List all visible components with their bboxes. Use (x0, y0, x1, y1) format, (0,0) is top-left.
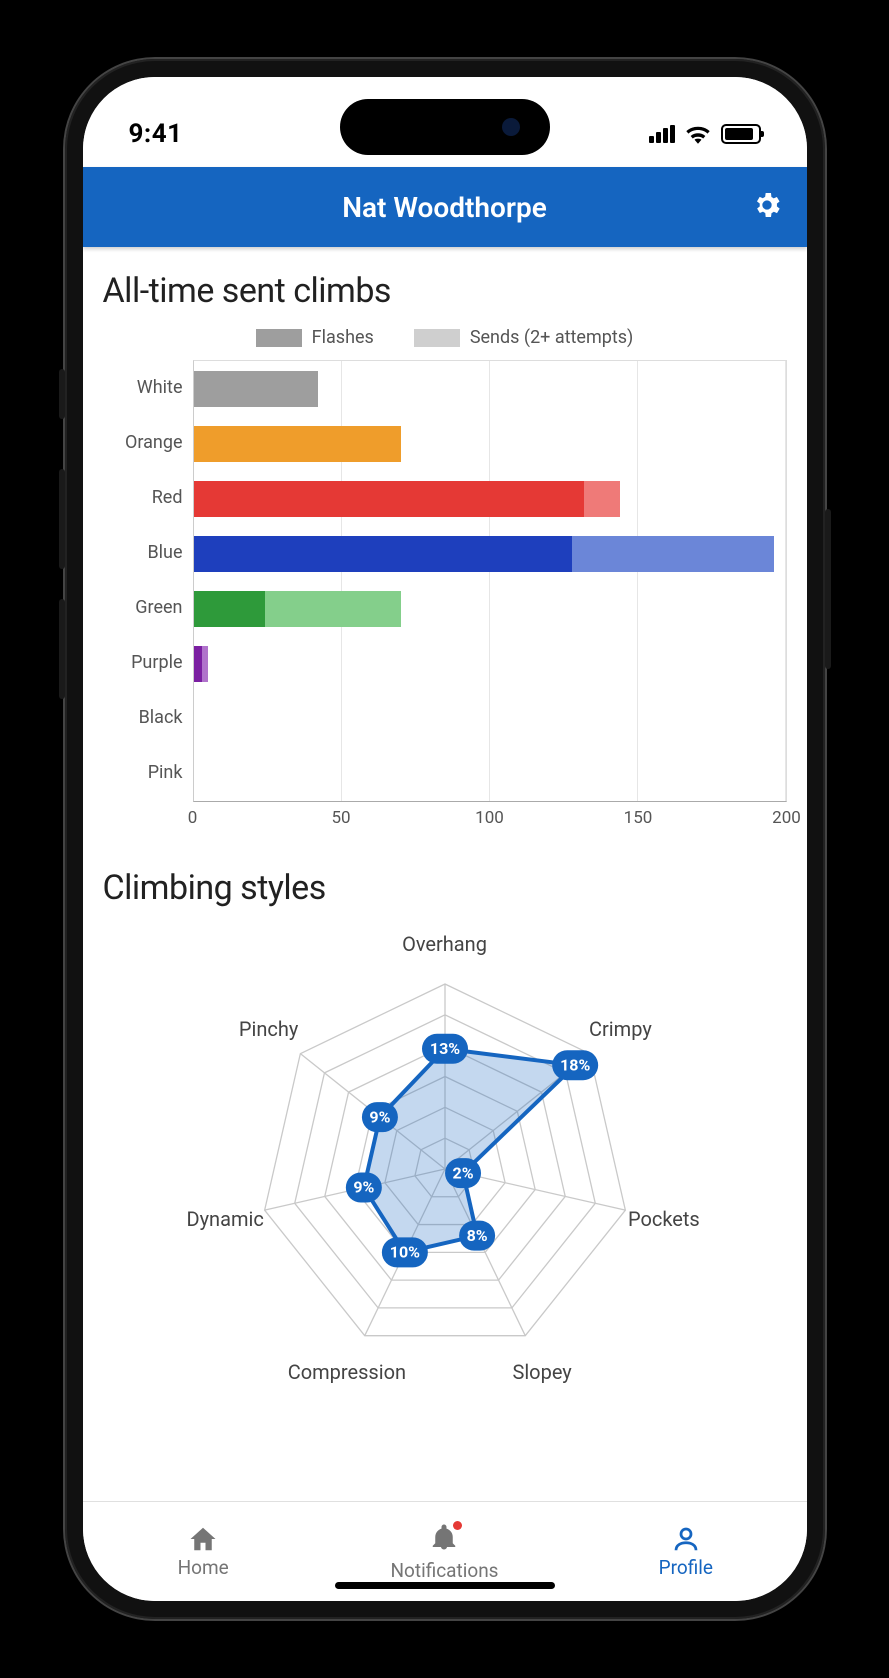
phone-frame: 9:41 Nat Woodthorpe All-time sent climbs… (65, 59, 825, 1619)
legend-label-flashes: Flashes (312, 327, 374, 348)
radar-axis-label: Pinchy (239, 1017, 298, 1041)
xaxis-tick: 0 (188, 808, 198, 828)
bar-chart-label: Red (103, 470, 193, 525)
legend-swatch-sends (414, 329, 460, 347)
home-icon (188, 1524, 218, 1554)
bar-chart-label: Blue (103, 525, 193, 580)
legend-swatch-flashes (256, 329, 302, 347)
radar-axis-label: Overhang (402, 932, 487, 956)
bar-segment-flash (194, 646, 203, 682)
tab-profile[interactable]: Profile (565, 1502, 806, 1601)
bar-segment-sends (202, 646, 208, 682)
settings-button[interactable] (751, 189, 783, 225)
bar-chart-y-labels: WhiteOrangeRedBlueGreenPurpleBlackPink (103, 360, 193, 802)
radar-svg: 13% 18% 2% 8% 10% 9% 9% (165, 924, 725, 1384)
bar-segment-flash (194, 591, 265, 627)
screen: 9:41 Nat Woodthorpe All-time sent climbs… (83, 77, 807, 1601)
gear-icon (751, 189, 783, 221)
notifications-icon-wrap (429, 1522, 459, 1557)
radar-badge-value: 13% (429, 1039, 459, 1058)
battery-icon (721, 124, 761, 144)
radar-badge-value: 2% (452, 1163, 473, 1182)
bar-chart-label: Pink (103, 745, 193, 800)
bar-chart-legend: Flashes Sends (2+ attempts) (103, 327, 787, 348)
page-title: Nat Woodthorpe (342, 191, 547, 224)
status-time: 9:41 (129, 119, 183, 149)
dynamic-island (340, 99, 550, 155)
radar-badge-value: 10% (389, 1243, 419, 1262)
content[interactable]: All-time sent climbs Flashes Sends (2+ a… (83, 247, 807, 1501)
tab-label-profile: Profile (659, 1556, 713, 1579)
phone-side-button (59, 369, 65, 419)
phone-volume-down (59, 599, 65, 699)
profile-icon (671, 1524, 701, 1554)
xaxis-tick: 100 (475, 808, 504, 828)
tab-label-home: Home (178, 1556, 229, 1579)
radar-chart: 13% 18% 2% 8% 10% 9% 9% Overhang Crimpy Pockets S… (103, 924, 787, 1384)
bar-chart-label: White (103, 360, 193, 415)
bar-row (194, 746, 786, 801)
app-bar: Nat Woodthorpe (83, 167, 807, 247)
cellular-icon (649, 125, 675, 143)
section-title-sent-climbs: All-time sent climbs (103, 271, 787, 311)
bar-segment-sends (572, 536, 773, 572)
legend-label-sends: Sends (2+ attempts) (470, 327, 634, 348)
legend-item-flashes: Flashes (256, 327, 374, 348)
radar-badge-value: 8% (466, 1226, 487, 1245)
radar-axis-label: Dynamic (186, 1207, 263, 1231)
status-icons (649, 124, 761, 144)
radar-badge-value: 9% (353, 1178, 374, 1197)
notification-dot (453, 1521, 462, 1530)
bar-row (194, 691, 786, 746)
tab-home[interactable]: Home (83, 1502, 324, 1601)
radar-axis-label: Pockets (628, 1207, 700, 1231)
legend-item-sends: Sends (2+ attempts) (414, 327, 634, 348)
phone-power-button (825, 509, 831, 669)
bar-chart-label: Black (103, 690, 193, 745)
bar-chart-label: Purple (103, 635, 193, 690)
tab-label-notifications: Notifications (390, 1559, 498, 1582)
xaxis-tick: 150 (624, 808, 653, 828)
bar-chart-x-axis: 0 50 100 150 200 (193, 802, 787, 832)
bar-row (194, 636, 786, 691)
bar-row (194, 581, 786, 636)
bar-segment-sends (265, 591, 401, 627)
radar-axis-label: Crimpy (589, 1017, 652, 1041)
bar-row (194, 526, 786, 581)
bar-chart-label: Green (103, 580, 193, 635)
bar-row (194, 471, 786, 526)
bar-chart: WhiteOrangeRedBlueGreenPurpleBlackPink (103, 360, 787, 802)
radar-axis-label: Slopey (512, 1360, 571, 1384)
bar-row (194, 416, 786, 471)
bar-segment-sends (584, 481, 620, 517)
bar-segment-flash (194, 536, 573, 572)
phone-volume-up (59, 469, 65, 569)
bar-segment-flash (194, 426, 401, 462)
radar-axis-label: Compression (288, 1360, 406, 1384)
bar-chart-plot (193, 360, 787, 802)
bar-chart-bars (194, 361, 786, 801)
xaxis-tick: 50 (331, 808, 350, 828)
wifi-icon (685, 124, 711, 144)
section-title-styles: Climbing styles (103, 868, 787, 908)
bar-row (194, 361, 786, 416)
bar-chart-label: Orange (103, 415, 193, 470)
bar-segment-flash (194, 371, 318, 407)
radar-badge-value: 18% (560, 1055, 590, 1074)
home-indicator[interactable] (335, 1582, 555, 1589)
bar-segment-flash (194, 481, 585, 517)
xaxis-tick: 200 (772, 808, 801, 828)
radar-badge-value: 9% (369, 1107, 390, 1126)
